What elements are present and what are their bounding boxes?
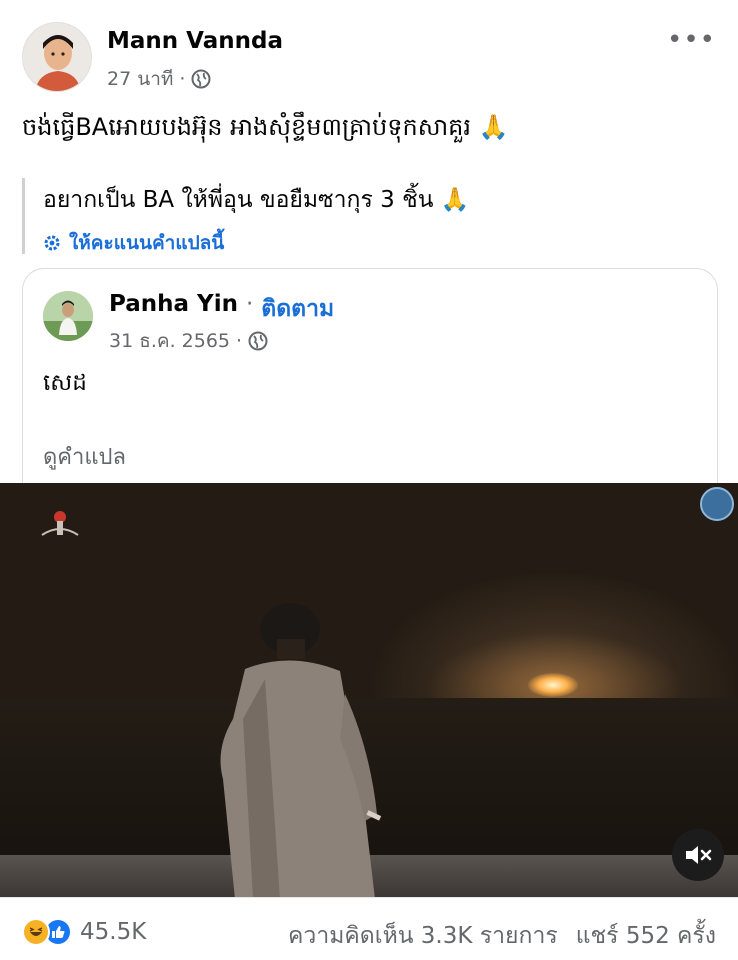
- reactions-summary[interactable]: 45.5K: [22, 918, 146, 946]
- post-stats: ความคิดเห็น 3.3K รายการ แชร์ 552 ครั้ง: [288, 918, 716, 954]
- shared-post-time[interactable]: 31 ธ.ค. 2565: [109, 326, 230, 356]
- follow-button[interactable]: ติดตาม: [261, 291, 334, 327]
- translation-text: อยากเป็น BA ให้พี่อุน ขอยืมซากุร 3 ชิ้น …: [43, 187, 470, 213]
- shared-author-avatar[interactable]: [43, 291, 93, 341]
- mute-button[interactable]: [672, 829, 724, 881]
- haha-reaction-icon: [22, 918, 50, 946]
- watermark-icon: [700, 487, 734, 521]
- comments-count[interactable]: ความคิดเห็น 3.3K รายการ: [288, 918, 558, 954]
- volume-muted-icon: [686, 846, 712, 864]
- post-footer: 45.5K ความคิดเห็น 3.3K รายการ แชร์ 552 ค…: [0, 897, 738, 960]
- post-time[interactable]: 27 นาที: [107, 64, 173, 94]
- more-options-button[interactable]: •••: [667, 27, 716, 53]
- post-meta: 27 นาที ·: [107, 64, 211, 94]
- meta-separator: ·: [236, 330, 243, 352]
- rate-translation-label: ให้คะแนนคำแปลนี้: [69, 232, 225, 254]
- shared-author-name[interactable]: Panha Yin: [109, 291, 238, 327]
- standing-figure: [220, 603, 382, 897]
- see-translation-link[interactable]: ดูคำแปล: [43, 439, 126, 474]
- shared-post-meta: 31 ธ.ค. 2565 ·: [109, 326, 268, 356]
- shared-name-row: Panha Yin · ติดตาม: [109, 291, 334, 327]
- translation-block: อยากเป็น BA ให้พี่อุน ขอยืมซากุร 3 ชิ้น …: [22, 178, 622, 254]
- globe-icon: [191, 69, 211, 89]
- shares-count[interactable]: แชร์ 552 ครั้ง: [576, 918, 716, 954]
- author-name[interactable]: Mann Vannda: [107, 28, 283, 54]
- author-avatar[interactable]: [22, 22, 92, 92]
- shared-post-card[interactable]: Panha Yin · ติดตาม 31 ธ.ค. 2565 · សេដ ดู…: [22, 268, 718, 498]
- reaction-count: 45.5K: [80, 919, 147, 945]
- name-separator: ·: [245, 291, 254, 317]
- gear-icon: [44, 235, 60, 251]
- video-player[interactable]: [0, 483, 738, 897]
- post-header: Mann Vannda 27 นาที · •••: [0, 0, 738, 100]
- shared-post-text: សេដ: [43, 370, 87, 396]
- channel-logo-icon: [36, 505, 84, 539]
- meta-separator: ·: [179, 68, 186, 90]
- rate-translation-link[interactable]: ให้คะแนนคำแปลนี้: [43, 228, 622, 258]
- globe-icon: [248, 331, 268, 351]
- launch-flash: [528, 673, 578, 697]
- post-text: ចង់ធ្វើBAអោយបងអ៊ុន អាងសុំខ្ទឹម៣គ្រាប់ទុក…: [22, 113, 509, 141]
